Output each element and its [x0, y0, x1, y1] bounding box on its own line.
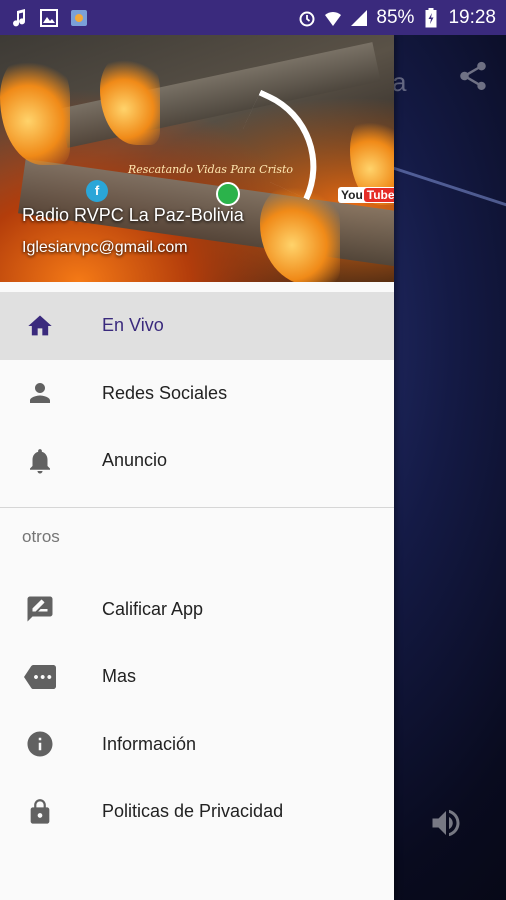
battery-percentage: 85% [376, 6, 415, 28]
flame-decoration [0, 55, 70, 165]
menu-item-label: Mas [102, 666, 137, 687]
image-icon [40, 8, 58, 27]
home-icon [24, 310, 56, 342]
info-icon [24, 728, 56, 760]
share-icon[interactable] [456, 59, 490, 93]
section-header-otros: otros [22, 526, 60, 546]
drawer-header-title: Radio RVPC La Paz-Bolivia [22, 205, 244, 225]
more-label-icon [24, 661, 56, 693]
menu-item-en-vivo[interactable]: En Vivo [0, 292, 394, 360]
wifi-icon [324, 9, 342, 27]
menu-item-politicas-de-privacidad[interactable]: Politicas de Privacidad [0, 778, 394, 846]
signal-icon [350, 9, 368, 27]
background-light-streak [382, 163, 506, 210]
bell-icon [24, 445, 56, 477]
banner-slogan: Rescatando Vidas Para Cristo [128, 163, 294, 176]
menu-item-label: Calificar App [102, 598, 204, 619]
drawer-header: f Rescatando Vidas Para Cristo You Tube R… [0, 35, 394, 282]
alarm-icon [298, 9, 316, 27]
menu-item-label: Información [102, 733, 197, 754]
facebook-icon: f [86, 180, 108, 202]
menu-item-label: Anuncio [102, 450, 168, 471]
menu-item-mas[interactable]: Mas [0, 643, 394, 711]
flame-decoration [260, 185, 340, 282]
drawer-header-email: Iglesiarvpc@gmail.com [22, 239, 188, 256]
clock: 19:28 [448, 6, 496, 28]
music-note-icon [10, 8, 28, 27]
menu-item-calificar-app[interactable]: Calificar App [0, 576, 394, 644]
person-icon [24, 377, 56, 409]
volume-icon[interactable] [428, 805, 464, 841]
app-notification-icon [70, 9, 88, 27]
background-title-fragment: a [392, 67, 407, 97]
battery-icon [422, 7, 440, 27]
menu-item-label: Politicas de Privacidad [102, 801, 284, 822]
drawer-menu: En Vivo Redes Sociales Anuncio otros Cal… [0, 292, 394, 846]
menu-item-informacion[interactable]: Información [0, 711, 394, 779]
lock-icon [24, 796, 56, 828]
youtube-logo: You Tube [338, 187, 394, 203]
navigation-drawer: f Rescatando Vidas Para Cristo You Tube R… [0, 35, 394, 900]
menu-item-label: Redes Sociales [102, 382, 228, 403]
rate-review-icon [24, 593, 56, 625]
whatsapp-icon [216, 182, 240, 206]
status-bar: 85% 19:28 [0, 0, 506, 35]
menu-item-label: En Vivo [102, 315, 164, 336]
menu-item-anuncio[interactable]: Anuncio [0, 427, 394, 495]
menu-item-redes-sociales[interactable]: Redes Sociales [0, 360, 394, 428]
